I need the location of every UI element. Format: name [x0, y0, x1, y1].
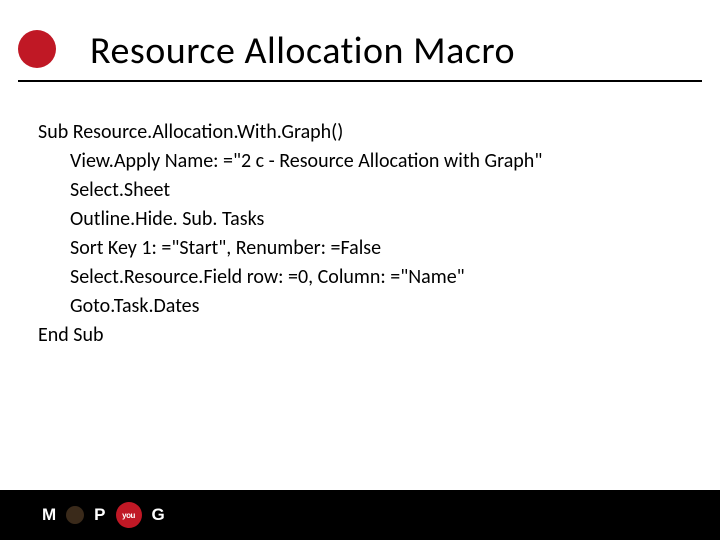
footer-bar: M P you G: [0, 490, 720, 540]
code-line-selectsheet: Select.Sheet: [38, 176, 682, 205]
mpug-logo: M P you G: [42, 502, 165, 528]
code-block: Sub Resource.Allocation.With.Graph() Vie…: [0, 90, 720, 350]
code-line-outline: Outline.Hide. Sub. Tasks: [38, 205, 682, 234]
code-line-sort: Sort Key 1: ="Start", Renumber: =False: [38, 234, 682, 263]
bullet-dot-icon: [18, 30, 56, 68]
logo-letter-g: G: [152, 505, 165, 525]
code-line-selectresource: Select.Resource.Field row: =0, Column: =…: [38, 263, 682, 292]
logo-badge-text: you: [122, 511, 135, 520]
logo-dot-icon: [66, 506, 84, 524]
title-underline: [18, 80, 702, 82]
logo-badge-icon: you: [116, 502, 142, 528]
slide-header: Resource Allocation Macro: [0, 0, 720, 90]
code-line-endsub: End Sub: [38, 321, 682, 350]
slide-title: Resource Allocation Macro: [0, 28, 720, 74]
code-line-viewapply: View.Apply Name: ="2 c - Resource Alloca…: [38, 147, 682, 176]
code-line-goto: Goto.Task.Dates: [38, 292, 682, 321]
code-line-sub: Sub Resource.Allocation.With.Graph(): [38, 118, 682, 147]
logo-letter-m: M: [42, 505, 56, 525]
logo-letter-p: P: [94, 505, 105, 525]
